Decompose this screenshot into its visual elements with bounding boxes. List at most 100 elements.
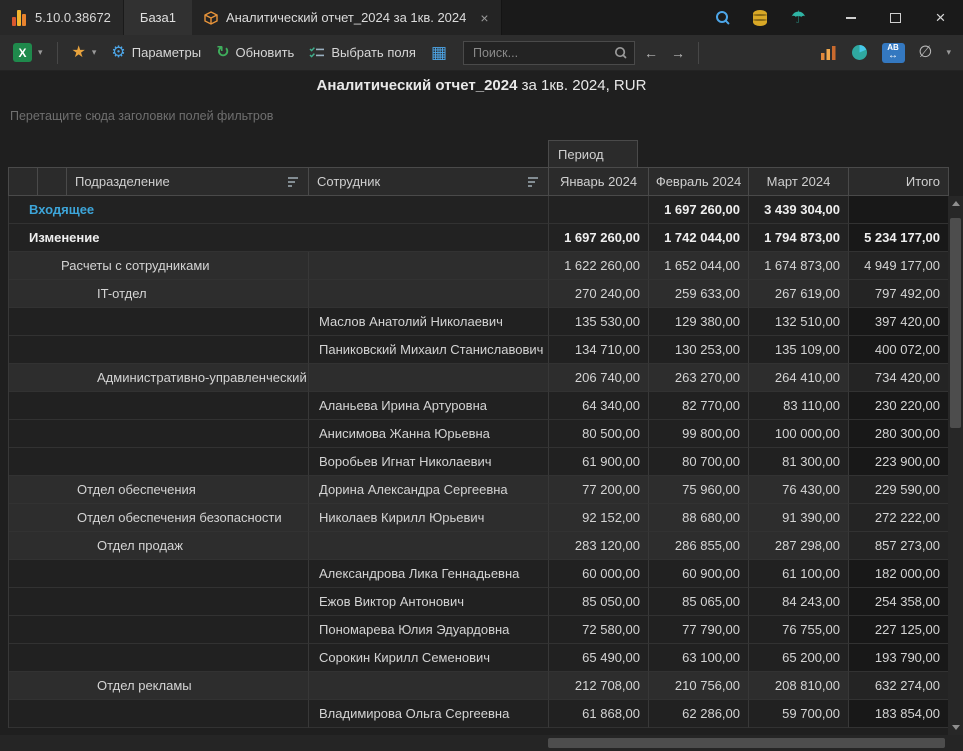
column-header-month[interactable]: Январь 2024 <box>549 167 649 196</box>
value-cell[interactable]: 212 708,00 <box>549 672 649 700</box>
dept-cell[interactable] <box>9 308 309 336</box>
employee-cell[interactable] <box>309 252 549 280</box>
total-cell[interactable]: 182 000,00 <box>849 560 949 588</box>
tab-report[interactable]: Аналитический отчет_2024 за 1кв. 2024 × <box>192 0 502 35</box>
value-cell[interactable]: 61 900,00 <box>549 448 649 476</box>
value-cell[interactable]: 264 410,00 <box>749 364 849 392</box>
employee-cell[interactable]: Сорокин Кирилл Семенович <box>309 644 549 672</box>
employee-cell[interactable]: Пономарева Юлия Эдуардовна <box>309 616 549 644</box>
total-cell[interactable]: 183 854,00 <box>849 700 949 728</box>
value-cell[interactable]: 62 286,00 <box>649 700 749 728</box>
dept-cell[interactable] <box>9 560 309 588</box>
column-header-dept[interactable]: Подразделение <box>67 167 309 196</box>
value-cell[interactable]: 287 298,00 <box>749 532 849 560</box>
dept-cell[interactable] <box>9 616 309 644</box>
choose-fields-button[interactable]: Выбрать поля <box>304 42 421 63</box>
chevron-down-icon[interactable]: ▾ <box>38 47 43 58</box>
value-cell[interactable]: 130 253,00 <box>649 336 749 364</box>
minimize-button[interactable] <box>828 0 873 35</box>
total-cell[interactable]: 227 125,00 <box>849 616 949 644</box>
dept-cell[interactable]: IT-отдел <box>9 280 309 308</box>
total-cell[interactable]: 397 420,00 <box>849 308 949 336</box>
employee-cell[interactable]: Дорина Александра Сергеевна <box>309 476 549 504</box>
toolbar-overflow-button[interactable]: ▾ <box>946 47 951 58</box>
refresh-button[interactable]: ↻ Обновить <box>211 42 299 64</box>
search-input[interactable] <box>471 45 608 61</box>
value-cell[interactable]: 92 152,00 <box>549 504 649 532</box>
total-cell[interactable]: 193 790,00 <box>849 644 949 672</box>
value-cell[interactable]: 91 390,00 <box>749 504 849 532</box>
dept-cell[interactable]: Расчеты с сотрудниками <box>9 252 309 280</box>
value-cell[interactable]: 72 580,00 <box>549 616 649 644</box>
scroll-down-button[interactable] <box>948 720 963 735</box>
value-cell[interactable]: 77 790,00 <box>649 616 749 644</box>
tab-base1[interactable]: База1 <box>123 0 192 35</box>
value-cell[interactable]: 88 680,00 <box>649 504 749 532</box>
search-prev-button[interactable]: ← <box>640 43 662 63</box>
search-next-button[interactable]: → <box>667 43 689 63</box>
total-cell[interactable]: 4 949 177,00 <box>849 252 949 280</box>
employee-cell[interactable]: Александрова Лика Геннадьевна <box>309 560 549 588</box>
zero-values-button[interactable]: ∅ <box>919 45 933 61</box>
total-cell[interactable] <box>849 196 949 224</box>
value-cell[interactable]: 1 742 044,00 <box>649 224 749 252</box>
horizontal-scrollbar-thumb[interactable] <box>548 738 945 748</box>
value-cell[interactable]: 135 530,00 <box>549 308 649 336</box>
employee-cell[interactable]: Аланьева Ирина Артуровна <box>309 392 549 420</box>
value-cell[interactable]: 206 740,00 <box>549 364 649 392</box>
value-cell[interactable]: 75 960,00 <box>649 476 749 504</box>
value-cell[interactable]: 85 065,00 <box>649 588 749 616</box>
row-label-cell[interactable]: Входящее <box>9 196 549 224</box>
tab-close-icon[interactable]: × <box>480 10 488 26</box>
value-cell[interactable]: 3 439 304,00 <box>749 196 849 224</box>
total-cell[interactable]: 797 492,00 <box>849 280 949 308</box>
autofit-width-button[interactable]: АВ ↔ <box>882 43 905 63</box>
value-cell[interactable]: 83 110,00 <box>749 392 849 420</box>
parameters-button[interactable]: ⚙ Параметры <box>106 42 206 64</box>
employee-cell[interactable]: Николаев Кирилл Юрьевич <box>309 504 549 532</box>
value-cell[interactable]: 60 900,00 <box>649 560 749 588</box>
search-icon[interactable] <box>615 47 626 58</box>
dept-cell[interactable]: Отдел обеспечения <box>9 476 309 504</box>
value-cell[interactable]: 132 510,00 <box>749 308 849 336</box>
database-icon[interactable] <box>753 10 767 26</box>
close-button[interactable]: × <box>918 0 963 35</box>
value-cell[interactable]: 99 800,00 <box>649 420 749 448</box>
employee-cell[interactable] <box>309 280 549 308</box>
vertical-scrollbar-thumb[interactable] <box>950 218 961 428</box>
value-cell[interactable]: 210 756,00 <box>649 672 749 700</box>
total-cell[interactable]: 5 234 177,00 <box>849 224 949 252</box>
value-cell[interactable]: 77 200,00 <box>549 476 649 504</box>
value-cell[interactable]: 129 380,00 <box>649 308 749 336</box>
vertical-scrollbar[interactable] <box>948 196 963 735</box>
export-excel-button[interactable]: X ▾ <box>8 40 48 65</box>
value-cell[interactable]: 64 340,00 <box>549 392 649 420</box>
column-header-employee[interactable]: Сотрудник <box>309 167 549 196</box>
employee-cell[interactable] <box>309 364 549 392</box>
employee-cell[interactable]: Ежов Виктор Антонович <box>309 588 549 616</box>
value-cell[interactable]: 1 652 044,00 <box>649 252 749 280</box>
value-cell[interactable] <box>549 196 649 224</box>
grid-view-button[interactable]: ▦ <box>426 41 452 64</box>
employee-cell[interactable] <box>309 672 549 700</box>
value-cell[interactable]: 76 430,00 <box>749 476 849 504</box>
total-cell[interactable]: 280 300,00 <box>849 420 949 448</box>
total-cell[interactable]: 230 220,00 <box>849 392 949 420</box>
value-cell[interactable]: 85 050,00 <box>549 588 649 616</box>
value-cell[interactable]: 61 868,00 <box>549 700 649 728</box>
value-cell[interactable]: 1 674 873,00 <box>749 252 849 280</box>
value-cell[interactable]: 63 100,00 <box>649 644 749 672</box>
value-cell[interactable]: 134 710,00 <box>549 336 649 364</box>
chevron-down-icon[interactable]: ▾ <box>92 47 97 58</box>
employee-cell[interactable]: Анисимова Жанна Юрьевна <box>309 420 549 448</box>
value-cell[interactable]: 259 633,00 <box>649 280 749 308</box>
value-cell[interactable]: 82 770,00 <box>649 392 749 420</box>
sort-icon[interactable] <box>288 177 300 187</box>
filter-drop-zone[interactable]: Перетащите сюда заголовки полей фильтров <box>10 109 273 123</box>
value-cell[interactable]: 80 700,00 <box>649 448 749 476</box>
dept-cell[interactable] <box>9 336 309 364</box>
employee-cell[interactable] <box>309 532 549 560</box>
value-cell[interactable]: 100 000,00 <box>749 420 849 448</box>
dept-cell[interactable] <box>9 644 309 672</box>
value-cell[interactable]: 1 697 260,00 <box>649 196 749 224</box>
